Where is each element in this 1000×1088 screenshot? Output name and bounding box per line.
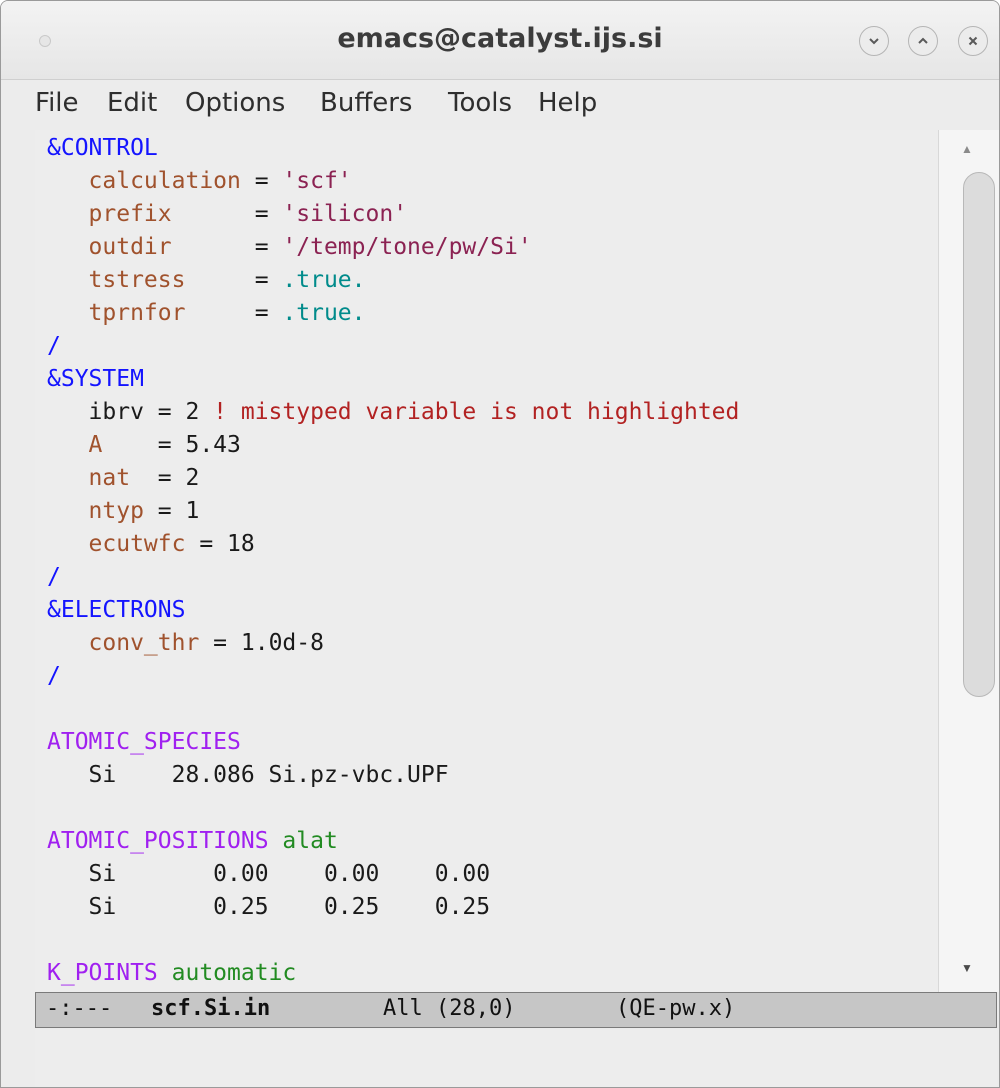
code-line[interactable] (47, 693, 739, 726)
menu-bar: File Edit Options Buffers Tools Help (1, 80, 999, 130)
code-token: nat (47, 465, 144, 491)
code-token: outdir (47, 234, 241, 260)
scroll-up-arrow-icon[interactable]: ▲ (961, 142, 973, 157)
chevron-up-icon (918, 37, 928, 44)
code-token: = (240, 201, 283, 227)
menu-tools[interactable]: Tools (448, 88, 512, 118)
buffer-state: -:--- (46, 996, 113, 1021)
code-token: ! mistyped variable is not highlighted (213, 399, 740, 425)
code-token: prefix (47, 201, 241, 227)
code-token: Si 0.25 0.25 0.25 (47, 894, 491, 920)
code-token: = (240, 234, 283, 260)
code-token: ATOMIC_SPECIES (47, 729, 241, 755)
buffer-name[interactable]: scf.Si.in (151, 996, 270, 1021)
code-token: Si 0.00 0.00 0.00 (47, 861, 491, 887)
major-mode[interactable]: (QE-pw.x) (616, 996, 735, 1021)
code-token: calculation (47, 168, 241, 194)
code-line[interactable]: &SYSTEM (47, 363, 739, 396)
minibuffer[interactable] (35, 1029, 997, 1087)
code-line[interactable]: outdir = '/temp/tone/pw/Si' (47, 231, 739, 264)
code-line[interactable]: tstress = .true. (47, 264, 739, 297)
menu-buffers[interactable]: Buffers (320, 88, 412, 118)
code-token: = 5.43 (143, 432, 241, 458)
code-token: ecutwfc (47, 531, 186, 557)
code-line[interactable]: ATOMIC_SPECIES (47, 726, 739, 759)
code-text[interactable]: &CONTROL calculation = 'scf' prefix = 's… (47, 132, 739, 992)
code-line[interactable]: ATOMIC_POSITIONS alat (47, 825, 739, 858)
code-token: ntyp (47, 498, 144, 524)
menu-help[interactable]: Help (538, 88, 597, 118)
vertical-scrollbar[interactable]: ▲ ▼ (938, 130, 999, 992)
menu-file[interactable]: File (35, 88, 79, 118)
window-title: emacs@catalyst.ijs.si (337, 23, 663, 54)
code-line[interactable]: K_POINTS automatic (47, 957, 739, 990)
code-token: 'scf' (282, 168, 352, 194)
code-line[interactable]: &CONTROL (47, 132, 739, 165)
title-bar[interactable]: emacs@catalyst.ijs.si (1, 1, 999, 80)
code-token: &SYSTEM (47, 366, 144, 392)
code-line[interactable]: ntyp = 1 (47, 495, 739, 528)
code-token: &CONTROL (47, 135, 158, 161)
code-token: automatic (157, 960, 297, 986)
code-token: &ELECTRONS (47, 597, 186, 623)
code-token: .true. (282, 300, 366, 326)
code-token: = 18 (185, 531, 255, 557)
code-token: .true. (282, 267, 366, 293)
close-icon (968, 36, 978, 46)
code-token: K_POINTS (47, 960, 158, 986)
code-line[interactable]: / (47, 561, 739, 594)
chevron-down-icon (869, 38, 879, 45)
code-line[interactable]: Si 0.00 0.00 0.00 (47, 858, 739, 891)
code-line[interactable]: / (47, 660, 739, 693)
code-line[interactable]: / (47, 330, 739, 363)
menu-options[interactable]: Options (185, 88, 285, 118)
code-token: conv_thr (47, 630, 200, 656)
code-token: ATOMIC_POSITIONS (47, 828, 269, 854)
code-line[interactable]: ecutwfc = 18 (47, 528, 739, 561)
code-token: Si 28.086 Si.pz-vbc.UPF (47, 762, 449, 788)
code-token: 'silicon' (282, 201, 408, 227)
code-token: = (240, 267, 283, 293)
cursor-position: All (28,0) (383, 996, 516, 1021)
minimize-button[interactable] (859, 26, 889, 56)
code-line[interactable]: Si 0.25 0.25 0.25 (47, 891, 739, 924)
code-line[interactable]: Si 28.086 Si.pz-vbc.UPF (47, 759, 739, 792)
code-token: tprnfor (47, 300, 241, 326)
code-line[interactable]: prefix = 'silicon' (47, 198, 739, 231)
code-token: = 1 (143, 498, 200, 524)
code-line[interactable]: ibrv = 2 ! mistyped variable is not high… (47, 396, 740, 429)
menu-edit[interactable]: Edit (107, 88, 157, 118)
code-token: / (47, 663, 61, 689)
code-line[interactable]: tprnfor = .true. (47, 297, 739, 330)
mode-line: -:--- scf.Si.in All (28,0) (QE-pw.x) (35, 992, 997, 1028)
code-line[interactable] (47, 792, 739, 825)
code-token: ibrv = 2 (47, 399, 214, 425)
code-token: A (47, 432, 144, 458)
emacs-window: emacs@catalyst.ijs.si File Edit Options … (0, 0, 1000, 1088)
code-line[interactable]: conv_thr = 1.0d-8 (47, 627, 739, 660)
code-token: = 1.0d-8 (199, 630, 324, 656)
maximize-button[interactable] (908, 26, 938, 56)
scrollbar-thumb[interactable] (963, 172, 995, 697)
code-line[interactable]: &ELECTRONS (47, 594, 739, 627)
code-token: '/temp/tone/pw/Si' (282, 234, 532, 260)
scroll-down-arrow-icon[interactable]: ▼ (961, 961, 973, 976)
code-line[interactable]: calculation = 'scf' (47, 165, 739, 198)
code-line[interactable]: A = 5.43 (47, 429, 739, 462)
editor-buffer[interactable]: &CONTROL calculation = 'scf' prefix = 's… (35, 130, 938, 992)
code-token: alat (268, 828, 338, 854)
code-line[interactable]: nat = 2 (47, 462, 739, 495)
code-line[interactable] (47, 924, 739, 957)
code-token: tstress (47, 267, 241, 293)
code-token: = (240, 168, 283, 194)
code-token: / (47, 333, 61, 359)
code-token: / (47, 564, 61, 590)
close-button[interactable] (958, 26, 988, 56)
code-token: = (240, 300, 283, 326)
code-token: = 2 (143, 465, 200, 491)
